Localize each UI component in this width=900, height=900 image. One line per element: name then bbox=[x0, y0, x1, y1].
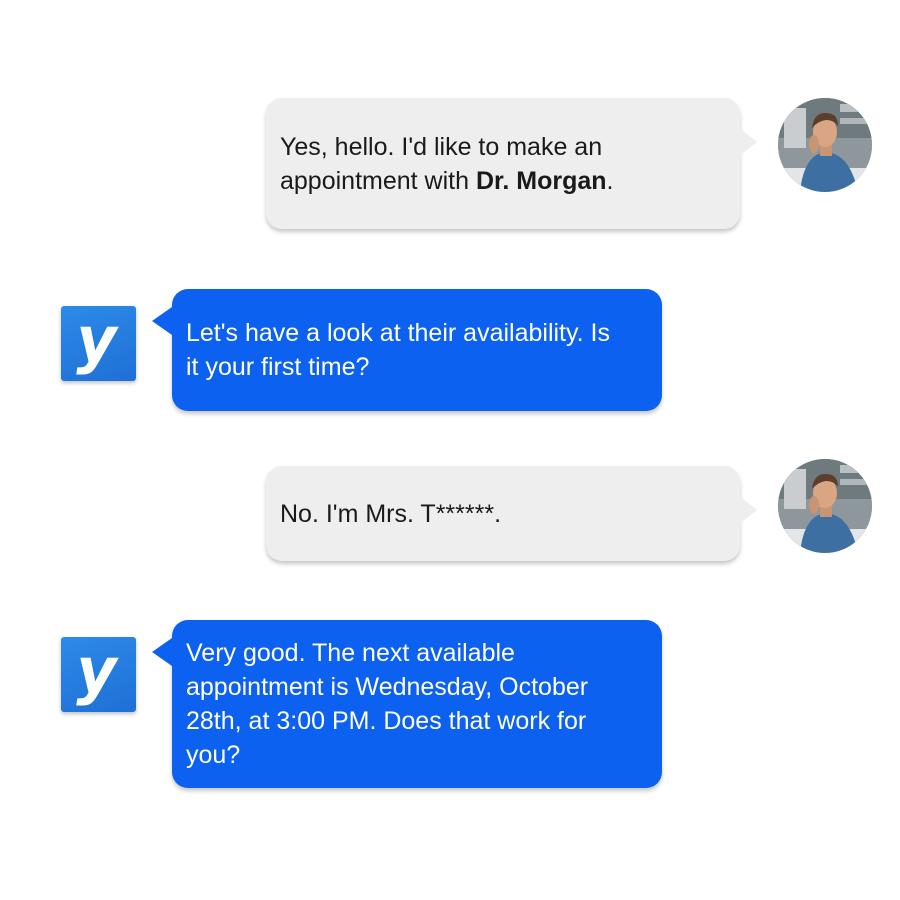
bot-avatar: y bbox=[61, 306, 136, 381]
assistant-message-2: Let's have a look at their availability.… bbox=[152, 289, 662, 411]
message-line: Let's have a look at their availability.… bbox=[186, 319, 610, 347]
message-line: Very good. The next available bbox=[186, 639, 515, 667]
message-line: 28th, at 3:00 PM. Does that work for bbox=[186, 707, 587, 735]
message-line: you? bbox=[186, 741, 241, 769]
bot-avatar: y bbox=[61, 637, 136, 712]
user-message-1: Yes, hello. I'd like to make an appointm… bbox=[266, 98, 757, 229]
y-logo-icon: y bbox=[76, 302, 117, 376]
user-avatar bbox=[778, 98, 872, 192]
message-line: it your first time? bbox=[186, 353, 370, 381]
message-line: No. I'm Mrs. T******. bbox=[280, 499, 502, 528]
y-logo-icon: y bbox=[76, 633, 117, 707]
message-line: appointment with Dr. Morgan. bbox=[280, 166, 614, 195]
message-line: Yes, hello. I'd like to make an bbox=[280, 132, 603, 161]
user-message-3: No. I'm Mrs. T******. bbox=[266, 466, 757, 561]
user-photo-avatar-icon bbox=[778, 459, 872, 553]
doctor-name: Dr. Morgan bbox=[475, 166, 607, 195]
assistant-message-4: Very good. The next available appointmen… bbox=[152, 620, 662, 788]
user-photo-avatar-icon bbox=[778, 98, 872, 192]
user-avatar bbox=[778, 459, 872, 553]
message-line: appointment is Wednesday, October bbox=[186, 673, 589, 701]
chat-canvas: Yes, hello. I'd like to make an appointm… bbox=[0, 0, 900, 900]
